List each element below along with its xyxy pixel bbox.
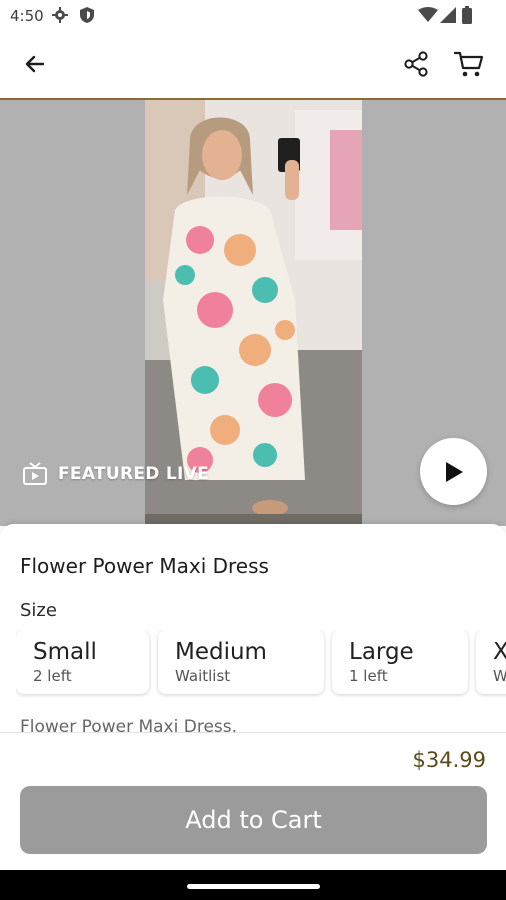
size-heading: Size	[20, 600, 57, 621]
home-indicator[interactable]	[187, 884, 320, 889]
battery-status-icon	[462, 6, 472, 29]
system-nav-bar	[0, 870, 506, 900]
status-time: 4:50	[10, 7, 44, 25]
arrow-left-icon	[25, 55, 45, 73]
size-option-xl[interactable]: X W	[476, 630, 506, 694]
size-availability: 1 left	[349, 667, 388, 685]
size-availability: 2 left	[33, 667, 72, 685]
signal-status-icon	[440, 7, 456, 28]
shield-status-icon	[79, 6, 95, 29]
share-icon	[404, 51, 428, 77]
size-option-medium[interactable]: Medium Waitlist	[158, 630, 324, 694]
add-to-cart-button[interactable]: Add to Cart	[20, 786, 487, 854]
tv-icon	[23, 462, 47, 485]
cart-button[interactable]	[447, 42, 491, 86]
play-button[interactable]	[420, 438, 487, 505]
size-name: Medium	[175, 639, 267, 665]
status-bar: 4:50	[0, 0, 506, 32]
size-name: X	[493, 639, 506, 665]
featured-live-label: FEATURED LIVE	[58, 464, 210, 484]
share-button[interactable]	[394, 42, 438, 86]
product-sheet: Flower Power Maxi Dress Size Small 2 lef…	[0, 524, 506, 870]
size-availability: W	[493, 667, 506, 685]
wifi-status-icon	[418, 7, 438, 28]
product-title: Flower Power Maxi Dress	[20, 554, 269, 578]
back-button[interactable]	[13, 42, 57, 86]
product-price: $34.99	[412, 748, 486, 772]
size-name: Large	[349, 639, 414, 665]
divider	[0, 732, 506, 733]
checkout-bar: $34.99 Add to Cart	[0, 734, 506, 870]
size-options[interactable]: Small 2 left Medium Waitlist Large 1 lef…	[16, 630, 506, 698]
settings-status-icon	[52, 6, 68, 29]
featured-live-badge: FEATURED LIVE	[22, 462, 209, 486]
app-bar	[0, 32, 506, 98]
cart-icon	[454, 51, 484, 77]
size-name: Small	[33, 639, 97, 665]
size-availability: Waitlist	[175, 667, 231, 685]
play-icon	[445, 461, 463, 482]
size-option-large[interactable]: Large 1 left	[332, 630, 468, 694]
size-option-small[interactable]: Small 2 left	[16, 630, 149, 694]
